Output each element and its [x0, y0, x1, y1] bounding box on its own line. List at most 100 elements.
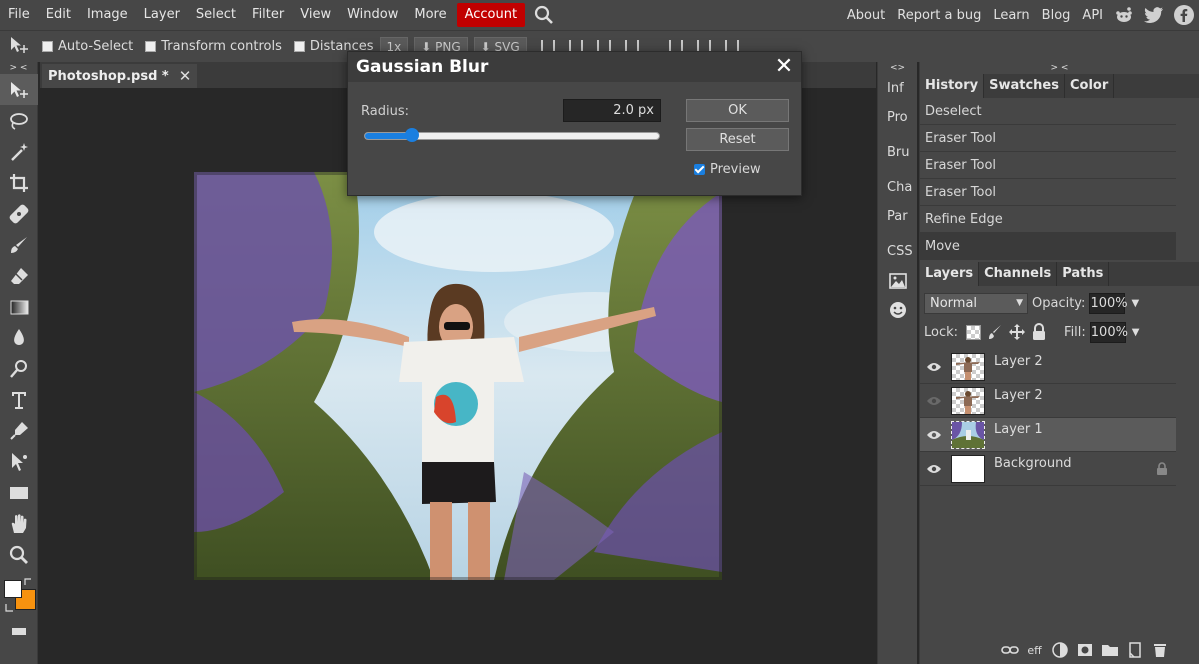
layer-row[interactable]: Layer 2	[920, 350, 1176, 384]
preview-check-icon[interactable]	[694, 164, 705, 175]
rectangle-tool-icon[interactable]	[0, 477, 38, 508]
new-layer-icon[interactable]	[1122, 639, 1147, 661]
visibility-eye-icon[interactable]	[920, 396, 948, 406]
fill-dropdown-icon[interactable]: ▼	[1132, 327, 1140, 338]
eraser-tool-icon[interactable]	[0, 260, 38, 291]
tab-color[interactable]: Color	[1065, 74, 1115, 98]
crop-tool-icon[interactable]	[0, 167, 38, 198]
new-group-icon[interactable]	[1097, 639, 1122, 661]
history-item[interactable]: Eraser Tool	[920, 125, 1176, 152]
lock-all-icon[interactable]	[1028, 321, 1050, 343]
visibility-eye-icon[interactable]	[920, 362, 948, 372]
menu-edit[interactable]: Edit	[38, 3, 79, 27]
radius-input[interactable]: 2.0 px	[563, 99, 661, 122]
layer-row-selected[interactable]: Layer 1	[920, 418, 1176, 452]
transform-controls-checkbox[interactable]: Transform controls	[145, 39, 282, 54]
account-button[interactable]: Account	[456, 3, 526, 27]
panel-paragraph-button[interactable]: Par	[878, 202, 917, 231]
menu-image[interactable]: Image	[79, 3, 136, 27]
menu-window[interactable]: Window	[339, 3, 406, 27]
minipanel-collapse-button[interactable]: <>	[878, 62, 917, 74]
fill-input[interactable]: 100%	[1089, 321, 1128, 343]
history-item[interactable]: Refine Edge	[920, 206, 1176, 233]
move-tool-icon[interactable]	[8, 35, 30, 59]
panel-info-button[interactable]: Inf	[878, 74, 917, 103]
panel-css-button[interactable]: CSS	[878, 237, 917, 266]
tab-history[interactable]: History	[920, 74, 985, 98]
lock-transparency-icon[interactable]	[962, 321, 984, 343]
ok-button[interactable]: OK	[686, 99, 789, 122]
close-dialog-icon[interactable]: ✕	[773, 54, 795, 80]
layer-name[interactable]: Background	[994, 456, 1072, 471]
delete-layer-icon[interactable]	[1147, 639, 1172, 661]
adjustment-layer-icon[interactable]	[1047, 639, 1072, 661]
history-item[interactable]: Deselect	[920, 98, 1176, 125]
reddit-icon[interactable]	[1112, 3, 1136, 27]
twitter-icon[interactable]	[1142, 3, 1166, 27]
layer-name[interactable]: Layer 2	[994, 388, 1043, 403]
layer-name[interactable]: Layer 2	[994, 354, 1043, 369]
history-item[interactable]: Eraser Tool	[920, 152, 1176, 179]
visibility-eye-icon[interactable]	[920, 430, 948, 440]
color-swatches[interactable]	[0, 576, 38, 616]
visibility-eye-icon[interactable]	[920, 464, 948, 474]
lock-pixels-icon[interactable]	[984, 321, 1006, 343]
zoom-tool-icon[interactable]	[0, 539, 38, 570]
tab-paths[interactable]: Paths	[1057, 262, 1110, 286]
radius-slider-thumb[interactable]	[405, 128, 420, 142]
tab-layers[interactable]: Layers	[920, 262, 980, 286]
menu-view[interactable]: View	[292, 3, 339, 27]
menu-more[interactable]: More	[406, 3, 454, 27]
tab-swatches[interactable]: Swatches	[984, 74, 1065, 98]
layer-mask-icon[interactable]	[1072, 639, 1097, 661]
hand-tool-icon[interactable]	[0, 508, 38, 539]
link-layers-icon[interactable]	[997, 639, 1022, 661]
lock-position-icon[interactable]	[1006, 321, 1028, 343]
menu-select[interactable]: Select	[188, 3, 244, 27]
magic-wand-tool-icon[interactable]	[0, 136, 38, 167]
menu-filter[interactable]: Filter	[244, 3, 292, 27]
opacity-dropdown-icon[interactable]: ▼	[1131, 298, 1139, 309]
facebook-icon[interactable]	[1172, 3, 1196, 27]
pen-tool-icon[interactable]	[0, 415, 38, 446]
api-link[interactable]: API	[1076, 8, 1109, 23]
panel-properties-button[interactable]: Pro	[878, 103, 917, 132]
foreground-color-swatch[interactable]	[4, 580, 22, 598]
image-panel-icon[interactable]	[878, 266, 917, 295]
quick-mask-icon[interactable]	[0, 620, 38, 642]
layer-row[interactable]: Background	[920, 452, 1176, 486]
blend-mode-select[interactable]: Normal	[924, 292, 1028, 314]
rightpanel-collapse-button[interactable]: > <	[920, 62, 1199, 74]
tab-channels[interactable]: Channels	[979, 262, 1058, 286]
panel-brush-button[interactable]: Bru	[878, 138, 917, 167]
radius-slider[interactable]	[364, 128, 660, 142]
reset-button[interactable]: Reset	[686, 128, 789, 151]
report-bug-link[interactable]: Report a bug	[891, 8, 987, 23]
layer-row[interactable]: Layer 2	[920, 384, 1176, 418]
history-item-current[interactable]: Move	[920, 233, 1176, 260]
reset-colors-icon[interactable]	[4, 602, 14, 612]
about-link[interactable]: About	[841, 8, 891, 23]
menu-layer[interactable]: Layer	[136, 3, 188, 27]
toolbar-collapse-button[interactable]: > <	[0, 62, 37, 74]
canvas-image[interactable]	[194, 172, 722, 580]
gradient-tool-icon[interactable]	[0, 291, 38, 322]
blur-tool-icon[interactable]	[0, 322, 38, 353]
emoji-panel-icon[interactable]	[878, 295, 917, 324]
dodge-tool-icon[interactable]	[0, 353, 38, 384]
panel-character-button[interactable]: Cha	[878, 173, 917, 202]
document-tab[interactable]: Photoshop.psd * ✕	[42, 64, 198, 88]
move-tool-icon[interactable]	[0, 74, 38, 105]
lasso-tool-icon[interactable]	[0, 105, 38, 136]
layer-name[interactable]: Layer 1	[994, 422, 1043, 437]
swap-colors-icon[interactable]	[23, 576, 33, 586]
path-select-tool-icon[interactable]	[0, 446, 38, 477]
search-icon[interactable]	[531, 2, 557, 28]
history-item[interactable]: Eraser Tool	[920, 179, 1176, 206]
type-tool-icon[interactable]	[0, 384, 38, 415]
brush-tool-icon[interactable]	[0, 229, 38, 260]
healing-brush-tool-icon[interactable]	[0, 198, 38, 229]
preview-checkbox[interactable]: Preview	[694, 162, 761, 177]
close-tab-icon[interactable]: ✕	[179, 67, 192, 85]
learn-link[interactable]: Learn	[987, 8, 1035, 23]
